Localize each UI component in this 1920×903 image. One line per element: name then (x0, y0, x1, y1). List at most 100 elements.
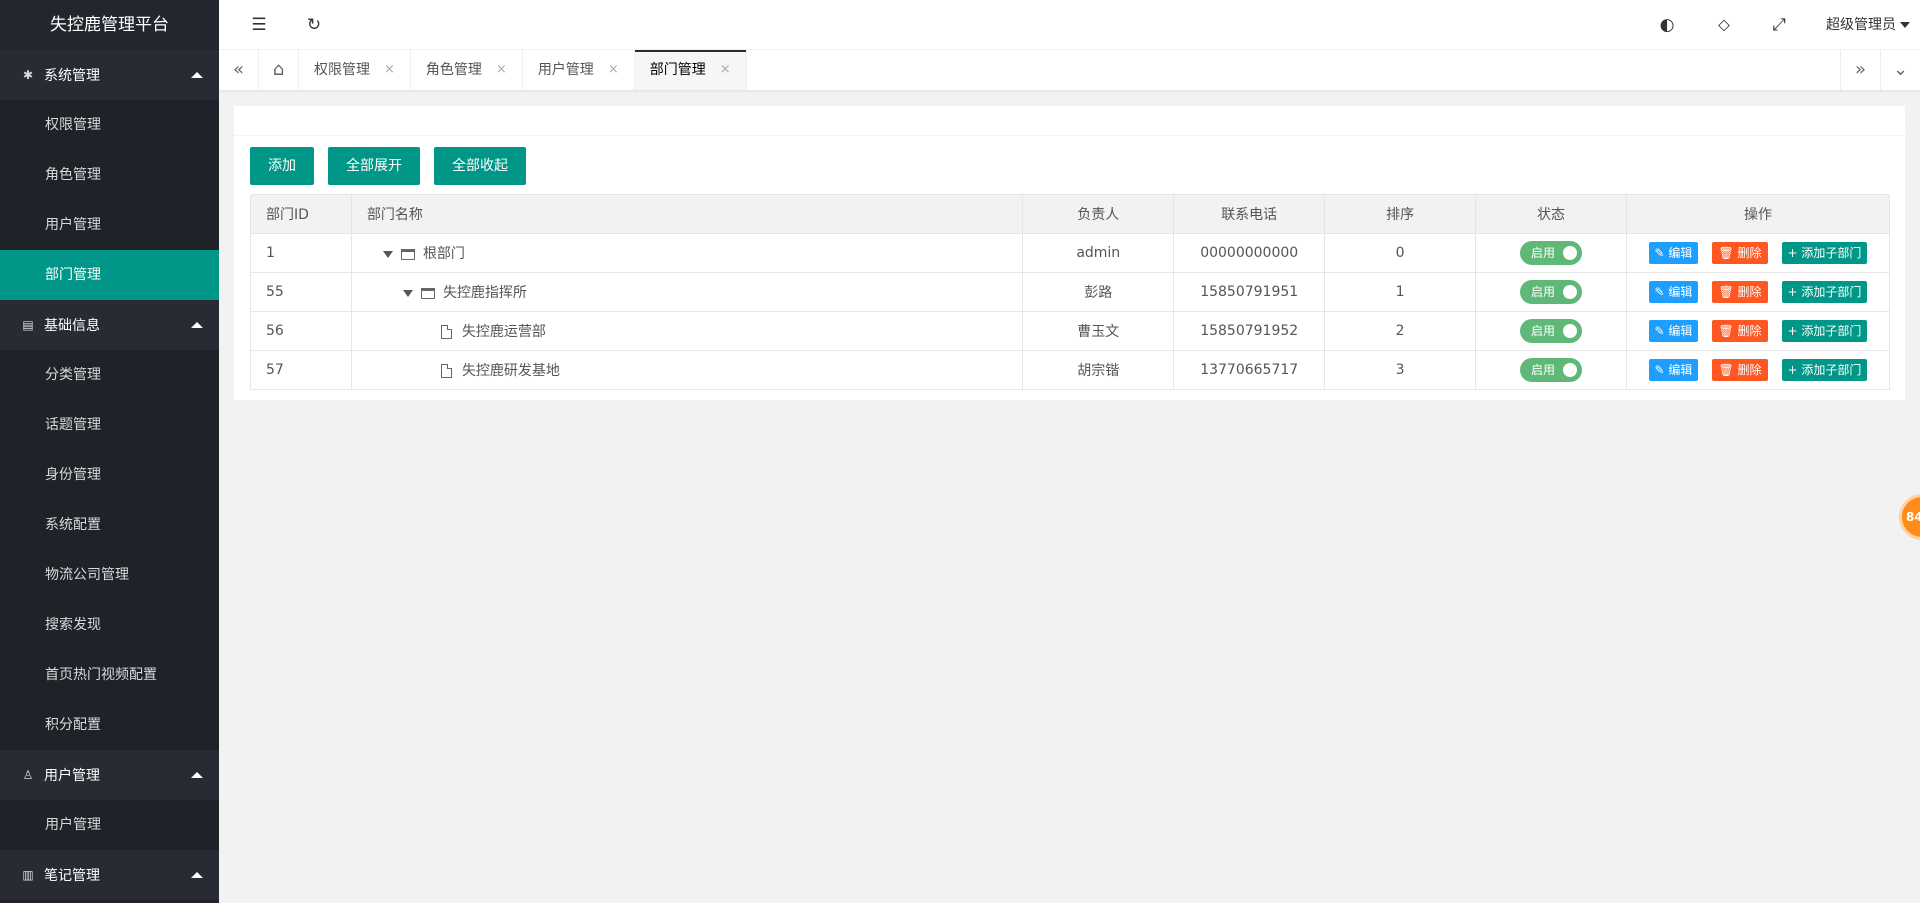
col-header-actions: 操作 (1625, 194, 1891, 234)
expand-arrow-icon[interactable] (402, 289, 413, 297)
floating-badge[interactable]: 84 (1899, 494, 1920, 540)
sidebar-group-basic-info[interactable]: ▤ 基础信息 (0, 300, 219, 350)
trash-icon: 🗑 (1718, 285, 1734, 299)
sidebar-item-user-manage[interactable]: 用户管理 (0, 800, 219, 850)
sidebar-group-label: 基础信息 (44, 318, 100, 334)
caret-down-icon (1900, 22, 1910, 28)
sidebar-item-points[interactable]: 积分配置 (0, 700, 219, 750)
expand-all-button[interactable]: 全部展开 (328, 147, 420, 185)
edit-button[interactable]: ✎ 编辑 (1648, 320, 1699, 342)
edit-button[interactable]: ✎ 编辑 (1648, 281, 1699, 303)
sidebar-item-logistics[interactable]: 物流公司管理 (0, 550, 219, 600)
edit-button[interactable]: ✎ 编辑 (1648, 242, 1699, 264)
tabs-scroll-right-icon[interactable]: » (1840, 50, 1880, 90)
delete-button[interactable]: 🗑 删除 (1712, 359, 1768, 381)
status-switch[interactable]: 启用 (1520, 358, 1582, 382)
pencil-icon: ✎ (1654, 285, 1665, 299)
top-header: ☰ ↻ ◐ ⬦ ⤢ 超级管理员 (219, 0, 1920, 50)
cell-leader: 彭路 (1022, 272, 1175, 312)
switch-knob (1563, 363, 1577, 377)
status-label: 启用 (1531, 246, 1556, 260)
col-header-name: 部门名称 (350, 194, 1024, 234)
refresh-icon[interactable]: ↻ (304, 15, 324, 35)
add-child-button[interactable]: + 添加子部门 (1781, 281, 1868, 303)
cell-actions: ✎ 编辑 🗑 删除 + 添加子部门 (1625, 311, 1891, 351)
sidebar-item-system-config[interactable]: 系统配置 (0, 500, 219, 550)
tag-icon[interactable]: ⬦ (1714, 15, 1734, 35)
col-header-phone: 联系电话 (1173, 194, 1326, 234)
sidebar-item-permission[interactable]: 权限管理 (0, 100, 219, 150)
tab-label: 部门管理 (649, 62, 706, 78)
switch-knob (1563, 324, 1577, 338)
close-icon[interactable]: × (720, 50, 731, 90)
expand-arrow-icon[interactable] (382, 250, 393, 258)
cell-leader: 曹玉文 (1022, 311, 1175, 351)
status-switch[interactable]: 启用 (1520, 241, 1582, 265)
department-name: 失控鹿指挥所 (442, 285, 527, 301)
sidebar-item-hot-video[interactable]: 首页热门视频配置 (0, 650, 219, 700)
folder-icon (400, 248, 415, 260)
pencil-icon: ✎ (1654, 363, 1665, 377)
delete-button[interactable]: 🗑 删除 (1712, 320, 1768, 342)
file-icon (440, 325, 452, 339)
sidebar-item-topic[interactable]: 话题管理 (0, 400, 219, 450)
table-row: 56 失控鹿运营部 曹玉文 15850791952 2 启用 ✎ 编辑 🗑 删除 + 添加子部门 (250, 311, 1891, 351)
tab-user[interactable]: 用户管理 × (523, 50, 635, 90)
cell-sort: 1 (1324, 272, 1477, 312)
sidebar-item-user[interactable]: 用户管理 (0, 200, 219, 250)
palette-icon[interactable]: ◐ (1657, 15, 1677, 35)
department-table: 部门ID 部门名称 负责人 联系电话 排序 状态 操作 1 根部门 admin 000… (250, 194, 1891, 390)
sidebar-item-department[interactable]: 部门管理 (0, 250, 219, 300)
tabs-dropdown-icon[interactable]: ⌄ (1880, 50, 1920, 90)
tabs-scroll-left-icon[interactable]: « (219, 50, 259, 90)
file-icon (440, 364, 452, 378)
close-icon[interactable]: × (384, 50, 395, 90)
sidebar-group-system[interactable]: ✱ 系统管理 (0, 50, 219, 100)
cell-status: 启用 (1475, 311, 1627, 351)
close-icon[interactable]: × (496, 50, 507, 90)
sidebar-group-users[interactable]: ♙ 用户管理 (0, 750, 219, 800)
delete-label: 删除 (1737, 363, 1762, 377)
sidebar-group-notes[interactable]: ▥ 笔记管理 (0, 850, 219, 900)
menu-toggle-icon[interactable]: ☰ (249, 15, 269, 35)
delete-button[interactable]: 🗑 删除 (1712, 242, 1768, 264)
plus-icon: + (1787, 324, 1798, 338)
toolbar: 添加 全部展开 全部收起 (250, 147, 526, 185)
sidebar-item-search-discovery[interactable]: 搜索发现 (0, 600, 219, 650)
status-switch[interactable]: 启用 (1520, 280, 1582, 304)
table-header-row: 部门ID 部门名称 负责人 联系电话 排序 状态 操作 (250, 194, 1891, 234)
department-name: 失控鹿研发基地 (461, 363, 560, 379)
tab-role[interactable]: 角色管理 × (411, 50, 523, 90)
edit-label: 编辑 (1668, 246, 1693, 260)
caret-up-icon (191, 872, 203, 878)
add-button[interactable]: 添加 (250, 147, 314, 185)
sidebar-item-role[interactable]: 角色管理 (0, 150, 219, 200)
add-child-button[interactable]: + 添加子部门 (1781, 359, 1868, 381)
add-child-button[interactable]: + 添加子部门 (1781, 320, 1868, 342)
collapse-all-button[interactable]: 全部收起 (434, 147, 526, 185)
sidebar-item-identity[interactable]: 身份管理 (0, 450, 219, 500)
fullscreen-icon[interactable]: ⤢ (1769, 15, 1789, 35)
gear-icon: ✱ (22, 68, 34, 82)
edit-button[interactable]: ✎ 编辑 (1648, 359, 1699, 381)
cell-actions: ✎ 编辑 🗑 删除 + 添加子部门 (1625, 350, 1891, 390)
add-child-label: 添加子部门 (1801, 285, 1862, 299)
home-icon[interactable]: ⌂ (259, 50, 299, 90)
user-menu[interactable]: 超级管理员 (1826, 0, 1910, 50)
cell-status: 启用 (1475, 272, 1627, 312)
sidebar-item-category[interactable]: 分类管理 (0, 350, 219, 400)
user-name: 超级管理员 (1826, 17, 1896, 33)
add-child-button[interactable]: + 添加子部门 (1781, 242, 1868, 264)
tab-department[interactable]: 部门管理 × (634, 50, 747, 90)
table-row: 55 失控鹿指挥所 彭路 15850791951 1 启用 ✎ 编辑 🗑 删除 + 添加子部门 (250, 272, 1891, 312)
person-icon: ♙ (22, 768, 34, 782)
tab-permission[interactable]: 权限管理 × (299, 50, 411, 90)
close-icon[interactable]: × (608, 50, 619, 90)
delete-button[interactable]: 🗑 删除 (1712, 281, 1768, 303)
edit-label: 编辑 (1668, 285, 1693, 299)
status-label: 启用 (1531, 285, 1556, 299)
cell-name: 失控鹿运营部 (350, 311, 1024, 351)
cell-phone: 13770665717 (1173, 350, 1326, 390)
add-child-label: 添加子部门 (1801, 324, 1862, 338)
status-switch[interactable]: 启用 (1520, 319, 1582, 343)
